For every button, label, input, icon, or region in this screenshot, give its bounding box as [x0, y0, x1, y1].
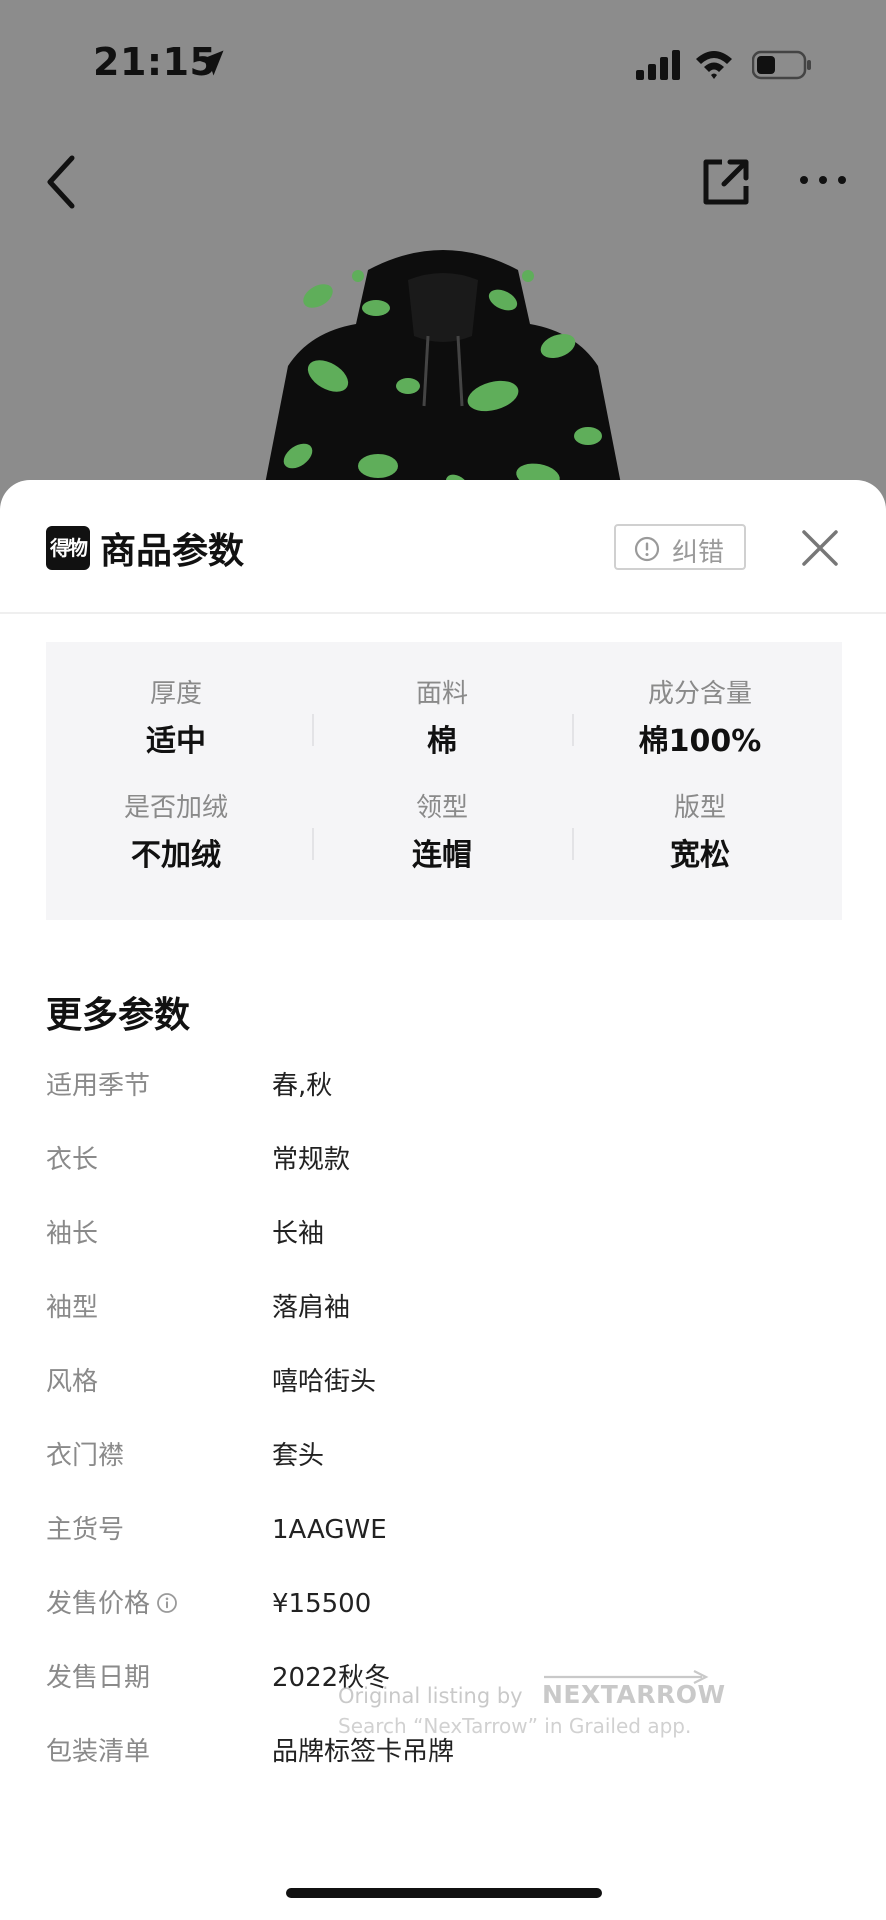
key-params-grid: 厚度 适中 面料 棉 成分含量 棉100% 是否加绒 不加绒 领型 连帽 版型 … [46, 642, 842, 920]
watermark-line2: Search “NexTarrow” in Grailed app. [338, 1714, 692, 1738]
param-label: 版型 [673, 793, 726, 823]
param-row: 衣门襟 套头 [46, 1436, 842, 1476]
param-cell: 厚度 适中 [46, 676, 306, 762]
row-label: 衣门襟 [46, 1441, 125, 1471]
param-row-release-price: 发售价格 ¥15500 [46, 1584, 842, 1624]
param-value: 不加绒 [131, 838, 221, 873]
sheet-title: 商品参数 [100, 531, 245, 572]
param-row: 袖型 落肩袖 [46, 1288, 842, 1328]
row-value: 套头 [272, 1441, 325, 1471]
back-chevron-icon[interactable] [40, 152, 84, 212]
sheet-header: 得物 商品参数 纠错 [0, 480, 886, 614]
param-label: 是否加绒 [123, 793, 228, 823]
dewu-logo-icon: 得物 [46, 526, 90, 570]
row-label: 衣长 [46, 1145, 99, 1175]
wifi-icon [696, 51, 732, 79]
report-error-label: 纠错 [672, 538, 725, 568]
row-value: 春,秋 [272, 1071, 333, 1101]
cellular-signal-icon [636, 50, 680, 80]
param-label: 面料 [415, 679, 468, 709]
close-icon[interactable] [800, 528, 840, 568]
param-value: 棉100% [638, 724, 762, 759]
param-row: 适用季节 春,秋 [46, 1066, 842, 1106]
param-label: 厚度 [149, 679, 202, 709]
param-value: 适中 [146, 724, 206, 759]
watermark: Original listing by NEXTARROW Search “Ne… [338, 1670, 725, 1754]
param-cell: 版型 宽松 [570, 790, 830, 876]
battery-icon [752, 50, 811, 80]
row-label: 风格 [46, 1367, 99, 1397]
row-label: 发售日期 [46, 1663, 151, 1693]
share-icon[interactable] [700, 156, 752, 208]
row-label: 适用季节 [46, 1071, 151, 1101]
param-row: 主货号 1AAGWE [46, 1510, 842, 1550]
report-error-button[interactable]: 纠错 [614, 524, 746, 570]
param-label: 领型 [415, 793, 468, 823]
more-params-title: 更多参数 [46, 995, 191, 1036]
column-divider [312, 828, 314, 860]
location-arrow-icon [198, 50, 224, 76]
column-divider [312, 714, 314, 746]
home-indicator[interactable] [286, 1888, 602, 1898]
row-value: 常规款 [272, 1145, 351, 1175]
more-icon[interactable] [796, 160, 850, 200]
watermark-line1: Original listing by [338, 1684, 523, 1708]
param-row: 袖长 长袖 [46, 1214, 842, 1254]
param-cell: 面料 棉 [312, 676, 572, 762]
param-value: 棉 [427, 724, 457, 759]
column-divider [572, 714, 574, 746]
row-label: 主货号 [46, 1515, 125, 1545]
param-value: 宽松 [670, 838, 730, 873]
row-label: 袖型 [46, 1293, 99, 1323]
param-cell: 成分含量 棉100% [570, 676, 830, 762]
row-value: ¥15500 [272, 1589, 372, 1619]
param-cell: 是否加绒 不加绒 [46, 790, 306, 876]
param-label: 成分含量 [647, 679, 752, 709]
row-label: 袖长 [46, 1219, 99, 1249]
row-value: 嘻哈街头 [272, 1367, 377, 1397]
param-row: 衣长 常规款 [46, 1140, 842, 1180]
exclamation-circle-icon [634, 536, 660, 562]
row-label: 发售价格 [46, 1584, 178, 1624]
row-value: 落肩袖 [272, 1293, 351, 1323]
row-label: 包装清单 [46, 1737, 151, 1767]
param-row: 风格 嘻哈街头 [46, 1362, 842, 1402]
row-label-text: 发售价格 [46, 1589, 151, 1619]
param-value: 连帽 [412, 838, 472, 873]
column-divider [572, 828, 574, 860]
info-icon[interactable] [156, 1592, 178, 1614]
watermark-brand: NEXTARROW [542, 1680, 726, 1709]
row-value: 1AAGWE [272, 1515, 387, 1545]
status-bar: 21:15 [0, 0, 886, 130]
param-cell: 领型 连帽 [312, 790, 572, 876]
product-hoodie-image [258, 250, 628, 520]
row-value: 长袖 [272, 1219, 325, 1249]
